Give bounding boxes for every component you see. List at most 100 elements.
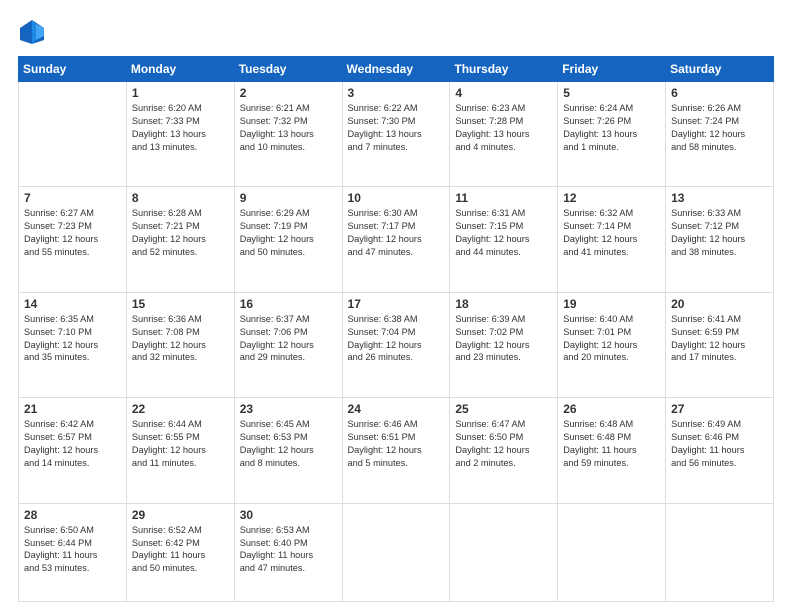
calendar-cell: 9Sunrise: 6:29 AM Sunset: 7:19 PM Daylig…: [234, 187, 342, 292]
cell-content: Sunrise: 6:26 AM Sunset: 7:24 PM Dayligh…: [671, 102, 768, 154]
weekday-header-sunday: Sunday: [19, 57, 127, 82]
cell-content: Sunrise: 6:45 AM Sunset: 6:53 PM Dayligh…: [240, 418, 337, 470]
weekday-header-friday: Friday: [558, 57, 666, 82]
calendar-cell: 14Sunrise: 6:35 AM Sunset: 7:10 PM Dayli…: [19, 292, 127, 397]
day-number: 8: [132, 191, 229, 205]
cell-content: Sunrise: 6:24 AM Sunset: 7:26 PM Dayligh…: [563, 102, 660, 154]
day-number: 19: [563, 297, 660, 311]
week-row-1: 1 Sunrise: 6:20 AM Sunset: 7:33 PM Daylig…: [19, 82, 774, 187]
day-number: 13: [671, 191, 768, 205]
calendar-cell: 20Sunrise: 6:41 AM Sunset: 6:59 PM Dayli…: [666, 292, 774, 397]
calendar-cell: 8 Sunrise: 6:28 AM Sunset: 7:21 PM Daylig…: [126, 187, 234, 292]
day-number: 3: [348, 86, 445, 100]
calendar-cell: 26Sunrise: 6:48 AM Sunset: 6:48 PM Dayli…: [558, 398, 666, 503]
page: SundayMondayTuesdayWednesdayThursdayFrid…: [0, 0, 792, 612]
day-number: 27: [671, 402, 768, 416]
calendar-cell: 3 Sunrise: 6:22 AM Sunset: 7:30 PM Daylig…: [342, 82, 450, 187]
weekday-header-monday: Monday: [126, 57, 234, 82]
day-number: 4: [455, 86, 552, 100]
cell-content: Sunrise: 6:44 AM Sunset: 6:55 PM Dayligh…: [132, 418, 229, 470]
calendar-cell: 24 Sunrise: 6:46 AM Sunset: 6:51 PM Dayli…: [342, 398, 450, 503]
day-number: 7: [24, 191, 121, 205]
calendar-cell: [342, 503, 450, 601]
day-number: 30: [240, 508, 337, 522]
calendar-cell: 23 Sunrise: 6:45 AM Sunset: 6:53 PM Dayli…: [234, 398, 342, 503]
cell-content: Sunrise: 6:32 AM Sunset: 7:14 PM Dayligh…: [563, 207, 660, 259]
cell-content: Sunrise: 6:33 AM Sunset: 7:12 PM Dayligh…: [671, 207, 768, 259]
day-number: 25: [455, 402, 552, 416]
calendar-cell: 16Sunrise: 6:37 AM Sunset: 7:06 PM Dayli…: [234, 292, 342, 397]
day-number: 28: [24, 508, 121, 522]
cell-content: Sunrise: 6:41 AM Sunset: 6:59 PM Dayligh…: [671, 313, 768, 365]
calendar-cell: 11Sunrise: 6:31 AM Sunset: 7:15 PM Dayli…: [450, 187, 558, 292]
day-number: 14: [24, 297, 121, 311]
calendar-cell: [19, 82, 127, 187]
cell-content: Sunrise: 6:27 AM Sunset: 7:23 PM Dayligh…: [24, 207, 121, 259]
day-number: 12: [563, 191, 660, 205]
day-number: 21: [24, 402, 121, 416]
calendar-cell: [558, 503, 666, 601]
calendar-cell: 17 Sunrise: 6:38 AM Sunset: 7:04 PM Dayli…: [342, 292, 450, 397]
day-number: 1: [132, 86, 229, 100]
calendar-cell: 21 Sunrise: 6:42 AM Sunset: 6:57 PM Dayli…: [19, 398, 127, 503]
day-number: 15: [132, 297, 229, 311]
cell-content: Sunrise: 6:23 AM Sunset: 7:28 PM Dayligh…: [455, 102, 552, 154]
calendar-cell: 13 Sunrise: 6:33 AM Sunset: 7:12 PM Dayli…: [666, 187, 774, 292]
day-number: 16: [240, 297, 337, 311]
calendar-cell: 7 Sunrise: 6:27 AM Sunset: 7:23 PM Daylig…: [19, 187, 127, 292]
header: [18, 18, 774, 46]
weekday-header-wednesday: Wednesday: [342, 57, 450, 82]
day-number: 24: [348, 402, 445, 416]
cell-content: Sunrise: 6:36 AM Sunset: 7:08 PM Dayligh…: [132, 313, 229, 365]
cell-content: Sunrise: 6:21 AM Sunset: 7:32 PM Dayligh…: [240, 102, 337, 154]
day-number: 23: [240, 402, 337, 416]
cell-content: Sunrise: 6:20 AM Sunset: 7:33 PM Dayligh…: [132, 102, 229, 154]
day-number: 26: [563, 402, 660, 416]
cell-content: Sunrise: 6:40 AM Sunset: 7:01 PM Dayligh…: [563, 313, 660, 365]
calendar-cell: 27 Sunrise: 6:49 AM Sunset: 6:46 PM Dayli…: [666, 398, 774, 503]
cell-content: Sunrise: 6:39 AM Sunset: 7:02 PM Dayligh…: [455, 313, 552, 365]
weekday-header-saturday: Saturday: [666, 57, 774, 82]
cell-content: Sunrise: 6:22 AM Sunset: 7:30 PM Dayligh…: [348, 102, 445, 154]
weekday-header-row: SundayMondayTuesdayWednesdayThursdayFrid…: [19, 57, 774, 82]
calendar-cell: 28 Sunrise: 6:50 AM Sunset: 6:44 PM Dayli…: [19, 503, 127, 601]
cell-content: Sunrise: 6:46 AM Sunset: 6:51 PM Dayligh…: [348, 418, 445, 470]
calendar-cell: 2Sunrise: 6:21 AM Sunset: 7:32 PM Daylig…: [234, 82, 342, 187]
calendar-cell: 10 Sunrise: 6:30 AM Sunset: 7:17 PM Dayli…: [342, 187, 450, 292]
day-number: 29: [132, 508, 229, 522]
calendar-cell: 25 Sunrise: 6:47 AM Sunset: 6:50 PM Dayli…: [450, 398, 558, 503]
calendar-cell: 19 Sunrise: 6:40 AM Sunset: 7:01 PM Dayli…: [558, 292, 666, 397]
day-number: 11: [455, 191, 552, 205]
calendar-cell: 15 Sunrise: 6:36 AM Sunset: 7:08 PM Dayli…: [126, 292, 234, 397]
calendar-cell: 1 Sunrise: 6:20 AM Sunset: 7:33 PM Daylig…: [126, 82, 234, 187]
calendar-cell: 29 Sunrise: 6:52 AM Sunset: 6:42 PM Dayli…: [126, 503, 234, 601]
weekday-header-thursday: Thursday: [450, 57, 558, 82]
calendar-cell: 18Sunrise: 6:39 AM Sunset: 7:02 PM Dayli…: [450, 292, 558, 397]
calendar-cell: 6 Sunrise: 6:26 AM Sunset: 7:24 PM Daylig…: [666, 82, 774, 187]
day-number: 5: [563, 86, 660, 100]
calendar-cell: 30 Sunrise: 6:53 AM Sunset: 6:40 PM Dayli…: [234, 503, 342, 601]
calendar-cell: 22Sunrise: 6:44 AM Sunset: 6:55 PM Dayli…: [126, 398, 234, 503]
cell-content: Sunrise: 6:53 AM Sunset: 6:40 PM Dayligh…: [240, 524, 337, 576]
cell-content: Sunrise: 6:38 AM Sunset: 7:04 PM Dayligh…: [348, 313, 445, 365]
cell-content: Sunrise: 6:49 AM Sunset: 6:46 PM Dayligh…: [671, 418, 768, 470]
calendar-cell: [450, 503, 558, 601]
day-number: 10: [348, 191, 445, 205]
calendar: SundayMondayTuesdayWednesdayThursdayFrid…: [18, 56, 774, 602]
week-row-5: 28 Sunrise: 6:50 AM Sunset: 6:44 PM Dayli…: [19, 503, 774, 601]
cell-content: Sunrise: 6:50 AM Sunset: 6:44 PM Dayligh…: [24, 524, 121, 576]
day-number: 6: [671, 86, 768, 100]
calendar-cell: [666, 503, 774, 601]
calendar-cell: 12 Sunrise: 6:32 AM Sunset: 7:14 PM Dayli…: [558, 187, 666, 292]
logo-icon: [18, 18, 46, 46]
cell-content: Sunrise: 6:42 AM Sunset: 6:57 PM Dayligh…: [24, 418, 121, 470]
weekday-header-tuesday: Tuesday: [234, 57, 342, 82]
logo: [18, 18, 50, 46]
day-number: 17: [348, 297, 445, 311]
cell-content: Sunrise: 6:30 AM Sunset: 7:17 PM Dayligh…: [348, 207, 445, 259]
cell-content: Sunrise: 6:28 AM Sunset: 7:21 PM Dayligh…: [132, 207, 229, 259]
cell-content: Sunrise: 6:52 AM Sunset: 6:42 PM Dayligh…: [132, 524, 229, 576]
week-row-4: 21 Sunrise: 6:42 AM Sunset: 6:57 PM Dayli…: [19, 398, 774, 503]
cell-content: Sunrise: 6:47 AM Sunset: 6:50 PM Dayligh…: [455, 418, 552, 470]
day-number: 9: [240, 191, 337, 205]
